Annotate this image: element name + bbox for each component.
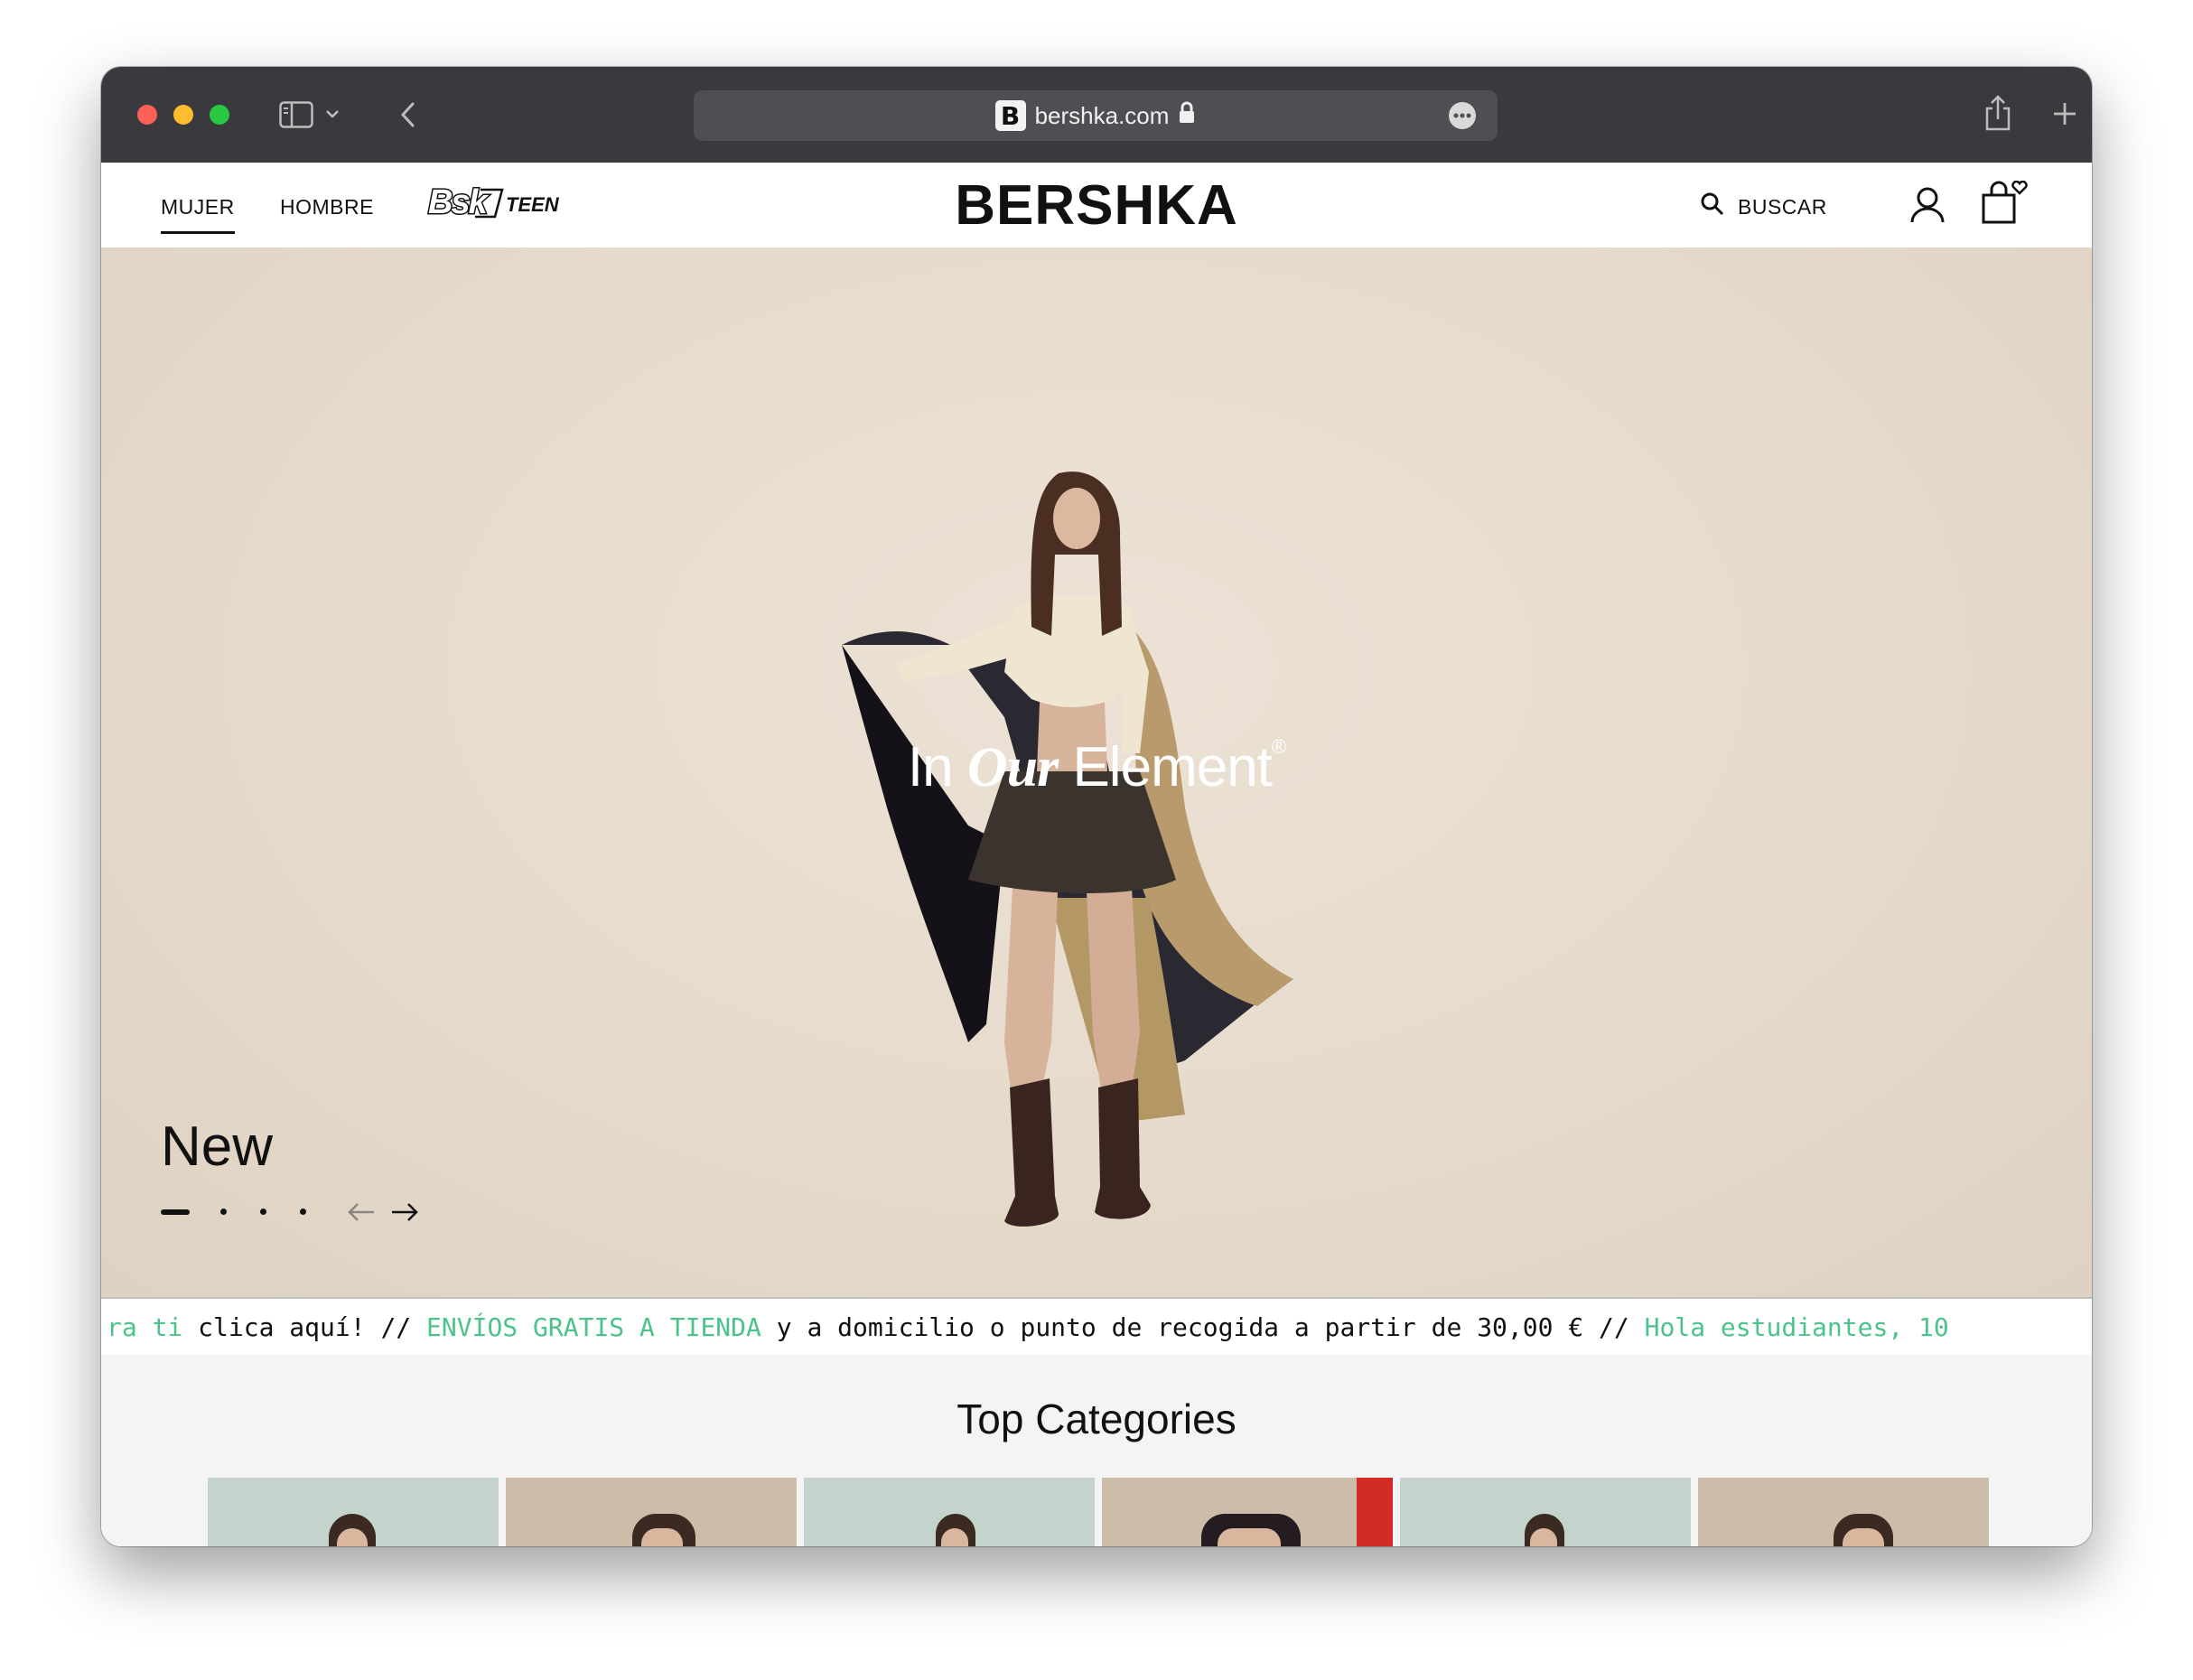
marquee-segment: ra ti — [107, 1312, 183, 1342]
hero-banner[interactable]: In Our Element® New — [101, 247, 2092, 1297]
chevron-down-icon[interactable] — [323, 105, 341, 123]
bsk-teen-logo[interactable]: Bsk TEEN — [425, 182, 565, 229]
svg-text:Bsk: Bsk — [428, 183, 490, 221]
category-card-6[interactable] — [1698, 1478, 1989, 1546]
category-card-5[interactable] — [1400, 1478, 1691, 1546]
marquee-segment: y a domicilio o punto de recogida a part… — [761, 1312, 1645, 1342]
site-header: MUJER HOMBRE Bsk TEEN BERSHKA BUSCAR — [101, 163, 2092, 247]
top-categories-section: Top Categories — [101, 1355, 2092, 1546]
close-window-button[interactable] — [137, 105, 157, 125]
tagline-word-element: Element — [1072, 736, 1272, 798]
registered-mark: ® — [1271, 735, 1286, 758]
hero-tagline: In Our Element® — [907, 735, 1286, 800]
browser-window: B bershka.com MUJER HOMBRE Bsk TEEN BERS… — [101, 67, 2092, 1546]
carousel-dot-2[interactable] — [220, 1209, 227, 1215]
url-text: bershka.com — [1034, 101, 1170, 129]
category-image-face — [1218, 1528, 1281, 1546]
new-tab-icon[interactable] — [2048, 98, 2081, 130]
address-bar[interactable]: B bershka.com — [694, 90, 1498, 141]
search-button[interactable]: BUSCAR — [1700, 191, 1827, 222]
sidebar-toggle-icon[interactable] — [278, 99, 314, 130]
search-icon — [1700, 191, 1725, 222]
svg-text:TEEN: TEEN — [506, 193, 560, 216]
category-image-face — [1843, 1528, 1884, 1546]
account-icon[interactable] — [1909, 186, 1946, 229]
brand-logo[interactable]: BERSHKA — [955, 173, 1238, 238]
minimize-window-button[interactable] — [173, 105, 193, 125]
zoom-window-button[interactable] — [210, 105, 229, 125]
marquee-segment: clica aquí! // — [182, 1312, 427, 1342]
bsk-teen-logo-graphic: Bsk TEEN — [427, 182, 560, 223]
carousel-pagination — [161, 1209, 340, 1215]
category-card-3[interactable] — [804, 1478, 1095, 1546]
tagline-word-our: Our — [966, 737, 1059, 798]
search-label: BUSCAR — [1738, 194, 1827, 219]
marquee-track: ra ti clica aquí! // ENVÍOS GRATIS A TIE… — [107, 1299, 1949, 1357]
cart-wishlist-icon[interactable] — [1980, 180, 2029, 230]
browser-toolbar: B bershka.com — [101, 67, 2092, 163]
lock-icon — [1178, 101, 1196, 131]
promo-marquee[interactable]: ra ti clica aquí! // ENVÍOS GRATIS A TIE… — [101, 1297, 2092, 1358]
category-image-accent — [1357, 1478, 1393, 1546]
nav-hombre[interactable]: HOMBRE — [280, 195, 374, 219]
share-icon[interactable] — [1980, 92, 2016, 134]
category-image-face — [641, 1528, 683, 1546]
category-card-1[interactable] — [208, 1478, 499, 1546]
category-card-2[interactable] — [506, 1478, 797, 1546]
carousel-dot-1[interactable] — [161, 1209, 190, 1215]
carousel-dot-4[interactable] — [300, 1209, 306, 1215]
more-options-icon[interactable] — [1449, 102, 1476, 129]
category-card-4[interactable] — [1102, 1478, 1393, 1546]
hero-title[interactable]: New — [161, 1115, 273, 1179]
back-icon[interactable] — [396, 99, 421, 130]
carousel-prev-icon[interactable] — [347, 1201, 376, 1227]
marquee-segment: ENVÍOS GRATIS A TIENDA — [426, 1312, 761, 1342]
nav-mujer[interactable]: MUJER — [161, 195, 235, 234]
category-row — [208, 1478, 1989, 1546]
marquee-segment: Hola estudiantes, 10 — [1644, 1312, 1949, 1342]
carousel-dot-3[interactable] — [260, 1209, 266, 1215]
carousel-next-icon[interactable] — [390, 1201, 419, 1227]
site-favicon-icon: B — [994, 100, 1026, 131]
tagline-word-in: In — [907, 736, 954, 798]
section-title: Top Categories — [957, 1395, 1236, 1442]
